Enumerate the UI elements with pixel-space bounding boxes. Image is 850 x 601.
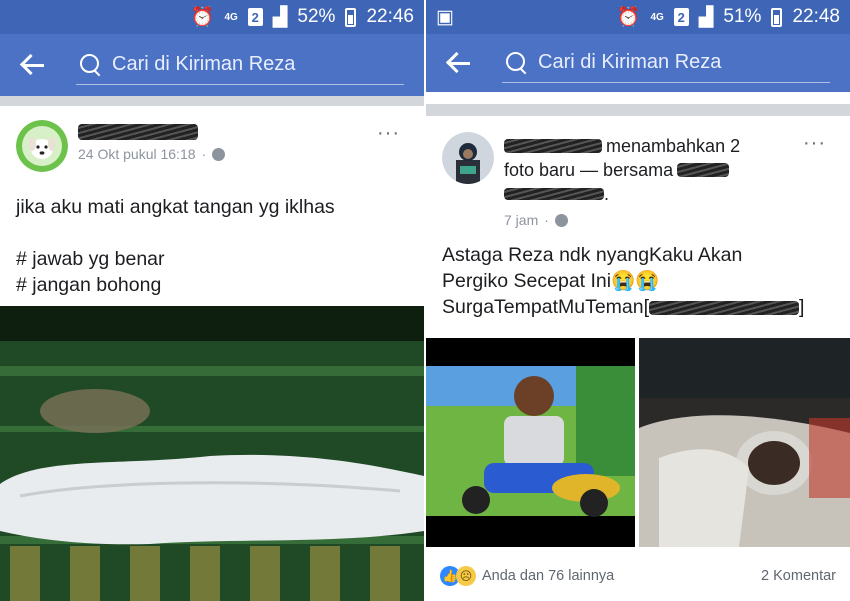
- sim-indicator: 2: [247, 8, 263, 26]
- app-bar: Cari di Kiriman Reza: [0, 34, 424, 96]
- battery-percent: 51%: [723, 6, 762, 27]
- post-time: 7 jam: [504, 212, 539, 228]
- tagged-name-redacted: [504, 188, 604, 200]
- alarm-icon: ⏰: [616, 7, 641, 28]
- post-text-line: Pergiko Secepat Ini😭😭: [442, 270, 660, 292]
- avatar[interactable]: [16, 120, 68, 172]
- post-card: 24 Okt pukul 16:18 · ··· jika aku mati a…: [0, 106, 424, 298]
- status-bar: ⏰ 4G 2 ▟ 52% 22:46: [0, 0, 424, 34]
- globe-icon: [212, 147, 226, 161]
- status-bar: ▣ ⏰ 4G 2 ▟ 51% 22:48: [426, 0, 850, 34]
- signal-icon: ▟: [272, 6, 288, 28]
- post-photo[interactable]: [426, 338, 635, 547]
- reaction-count[interactable]: Anda dan 76 lainnya: [482, 568, 614, 584]
- post-header: menambahkan 2 foto baru — bersama . 7 ja…: [426, 116, 850, 232]
- post-text-line: # jawab yg benar: [16, 248, 165, 270]
- search-placeholder: Cari di Kiriman Reza: [538, 51, 722, 73]
- search-input[interactable]: Cari di Kiriman Reza: [502, 43, 830, 83]
- post-time-row: 7 jam ·: [504, 208, 740, 232]
- battery-icon: [345, 7, 357, 27]
- battery-percent: 52%: [297, 6, 336, 27]
- globe-icon: [554, 213, 568, 227]
- avatar[interactable]: [442, 132, 494, 184]
- post-text: Astaga Reza ndk nyangKaku Akan Pergiko S…: [426, 242, 850, 320]
- post-card: menambahkan 2 foto baru — bersama . 7 ja…: [426, 116, 850, 320]
- post-meta: 24 Okt pukul 16:18 ·: [78, 120, 226, 162]
- gallery-icon: ▣: [436, 6, 454, 28]
- post-photo[interactable]: [0, 306, 424, 601]
- post-text-line: jika aku mati angkat tangan yg iklhas: [16, 196, 335, 218]
- post-time: 24 Okt pukul 16:18: [78, 146, 196, 162]
- post-text-line: Astaga Reza ndk nyangKaku Akan: [442, 244, 743, 266]
- network-type: 4G: [224, 11, 238, 23]
- more-options-icon[interactable]: ···: [803, 132, 826, 155]
- clock: 22:48: [792, 6, 840, 27]
- post-time-row: 24 Okt pukul 16:18 ·: [78, 146, 226, 162]
- tagged-name-redacted: [649, 300, 800, 315]
- post-text-line: # jangan bohong: [16, 274, 162, 296]
- sim-indicator: 2: [673, 8, 689, 26]
- post-meta: menambahkan 2 foto baru — bersama . 7 ja…: [504, 132, 740, 232]
- battery-icon: [771, 7, 783, 27]
- tagged-name-redacted: [677, 163, 730, 177]
- post-text: jika aku mati angkat tangan yg iklhas # …: [0, 194, 424, 298]
- alarm-icon: ⏰: [190, 7, 215, 28]
- reaction-bar: 👍 ☹ Anda dan 76 lainnya 2 Komentar: [426, 560, 850, 592]
- back-arrow-icon[interactable]: [446, 50, 472, 76]
- app-bar: Cari di Kiriman Reza: [426, 34, 850, 92]
- post-text-line: SurgaTempatMuTeman[: [442, 296, 650, 318]
- feed-separator: [426, 104, 850, 116]
- author-name-redacted: [504, 139, 602, 153]
- author-name-redacted: [78, 124, 198, 140]
- network-type: 4G: [650, 11, 664, 23]
- back-arrow-icon[interactable]: [20, 52, 46, 78]
- signal-icon: ▟: [698, 6, 714, 28]
- search-placeholder: Cari di Kiriman Reza: [112, 53, 296, 75]
- comment-count[interactable]: 2 Komentar: [761, 568, 836, 584]
- post-action-text: foto baru — bersama: [504, 160, 674, 180]
- search-input[interactable]: Cari di Kiriman Reza: [76, 45, 404, 85]
- search-icon: [80, 53, 102, 76]
- right-screenshot: ▣ ⏰ 4G 2 ▟ 51% 22:48 Cari di Kiriman Rez…: [426, 0, 850, 601]
- sad-icon: ☹: [456, 566, 476, 586]
- post-photo[interactable]: [639, 338, 850, 547]
- post-action-text: menambahkan 2: [606, 136, 741, 156]
- search-icon: [506, 51, 528, 74]
- clock: 22:46: [366, 6, 414, 27]
- more-options-icon[interactable]: ···: [377, 122, 400, 145]
- feed-separator: [0, 96, 424, 106]
- left-screenshot: ⏰ 4G 2 ▟ 52% 22:46 Cari di Kiriman Reza: [0, 0, 424, 601]
- post-header: 24 Okt pukul 16:18 · ···: [0, 106, 424, 172]
